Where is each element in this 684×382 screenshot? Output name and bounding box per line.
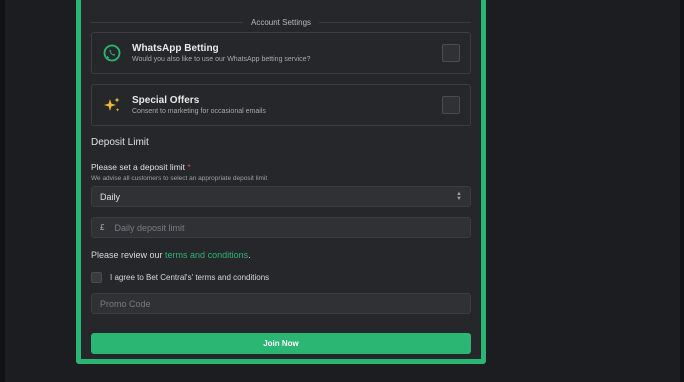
whatsapp-icon — [102, 43, 122, 63]
divider-line-right — [319, 21, 472, 23]
special-offers-option[interactable]: Special Offers Consent to marketing for … — [91, 84, 471, 126]
section-title: Account Settings — [250, 17, 312, 27]
registration-panel: Account Settings WhatsApp Betting Would … — [76, 0, 486, 364]
divider-line-left — [91, 21, 243, 23]
special-offers-checkbox[interactable] — [442, 96, 460, 114]
page-edge-left — [0, 0, 5, 382]
deposit-period-value: Daily — [100, 191, 121, 202]
deposit-limit-label: Please set a deposit limit * — [91, 162, 191, 172]
required-mark: * — [187, 162, 191, 172]
account-settings-divider: Account Settings — [91, 15, 472, 29]
option-title: WhatsApp Betting — [132, 43, 219, 54]
deposit-amount-placeholder: Daily deposit limit — [114, 222, 185, 233]
option-description: Would you also like to use our WhatsApp … — [132, 56, 311, 63]
promo-code-input[interactable]: Promo Code — [91, 293, 471, 314]
deposit-limit-hint: We advise all customers to select an app… — [91, 175, 268, 182]
deposit-amount-input[interactable]: £ Daily deposit limit — [91, 217, 471, 238]
sparkles-icon — [102, 95, 122, 115]
whatsapp-betting-text: WhatsApp Betting Would you also like to … — [132, 43, 442, 63]
option-description: Consent to marketing for occasional emai… — [132, 108, 266, 115]
terms-review-line: Please review our terms and conditions. — [91, 250, 251, 260]
deposit-limit-heading: Deposit Limit — [91, 137, 149, 148]
terms-prefix: Please review our — [91, 250, 166, 260]
terms-agree-row[interactable]: I agree to Bet Central's' terms and cond… — [91, 272, 269, 283]
terms-agree-checkbox[interactable] — [91, 272, 102, 283]
promo-code-placeholder: Promo Code — [100, 298, 151, 309]
option-title: Special Offers — [132, 95, 200, 106]
join-now-button[interactable]: Join Now — [91, 333, 471, 354]
currency-symbol: £ — [100, 223, 105, 232]
special-offers-text: Special Offers Consent to marketing for … — [132, 95, 442, 115]
select-chevrons-icon: ▲ ▼ — [456, 191, 462, 202]
terms-suffix: . — [248, 250, 251, 260]
terms-agree-label: I agree to Bet Central's' terms and cond… — [110, 273, 270, 282]
terms-link[interactable]: terms and conditions — [165, 250, 248, 260]
deposit-limit-label-text: Please set a deposit limit — [91, 162, 186, 172]
whatsapp-betting-checkbox[interactable] — [442, 44, 460, 62]
page-edge-right — [680, 0, 684, 382]
deposit-period-select[interactable]: Daily ▲ ▼ — [91, 186, 471, 207]
whatsapp-betting-option[interactable]: WhatsApp Betting Would you also like to … — [91, 32, 471, 74]
